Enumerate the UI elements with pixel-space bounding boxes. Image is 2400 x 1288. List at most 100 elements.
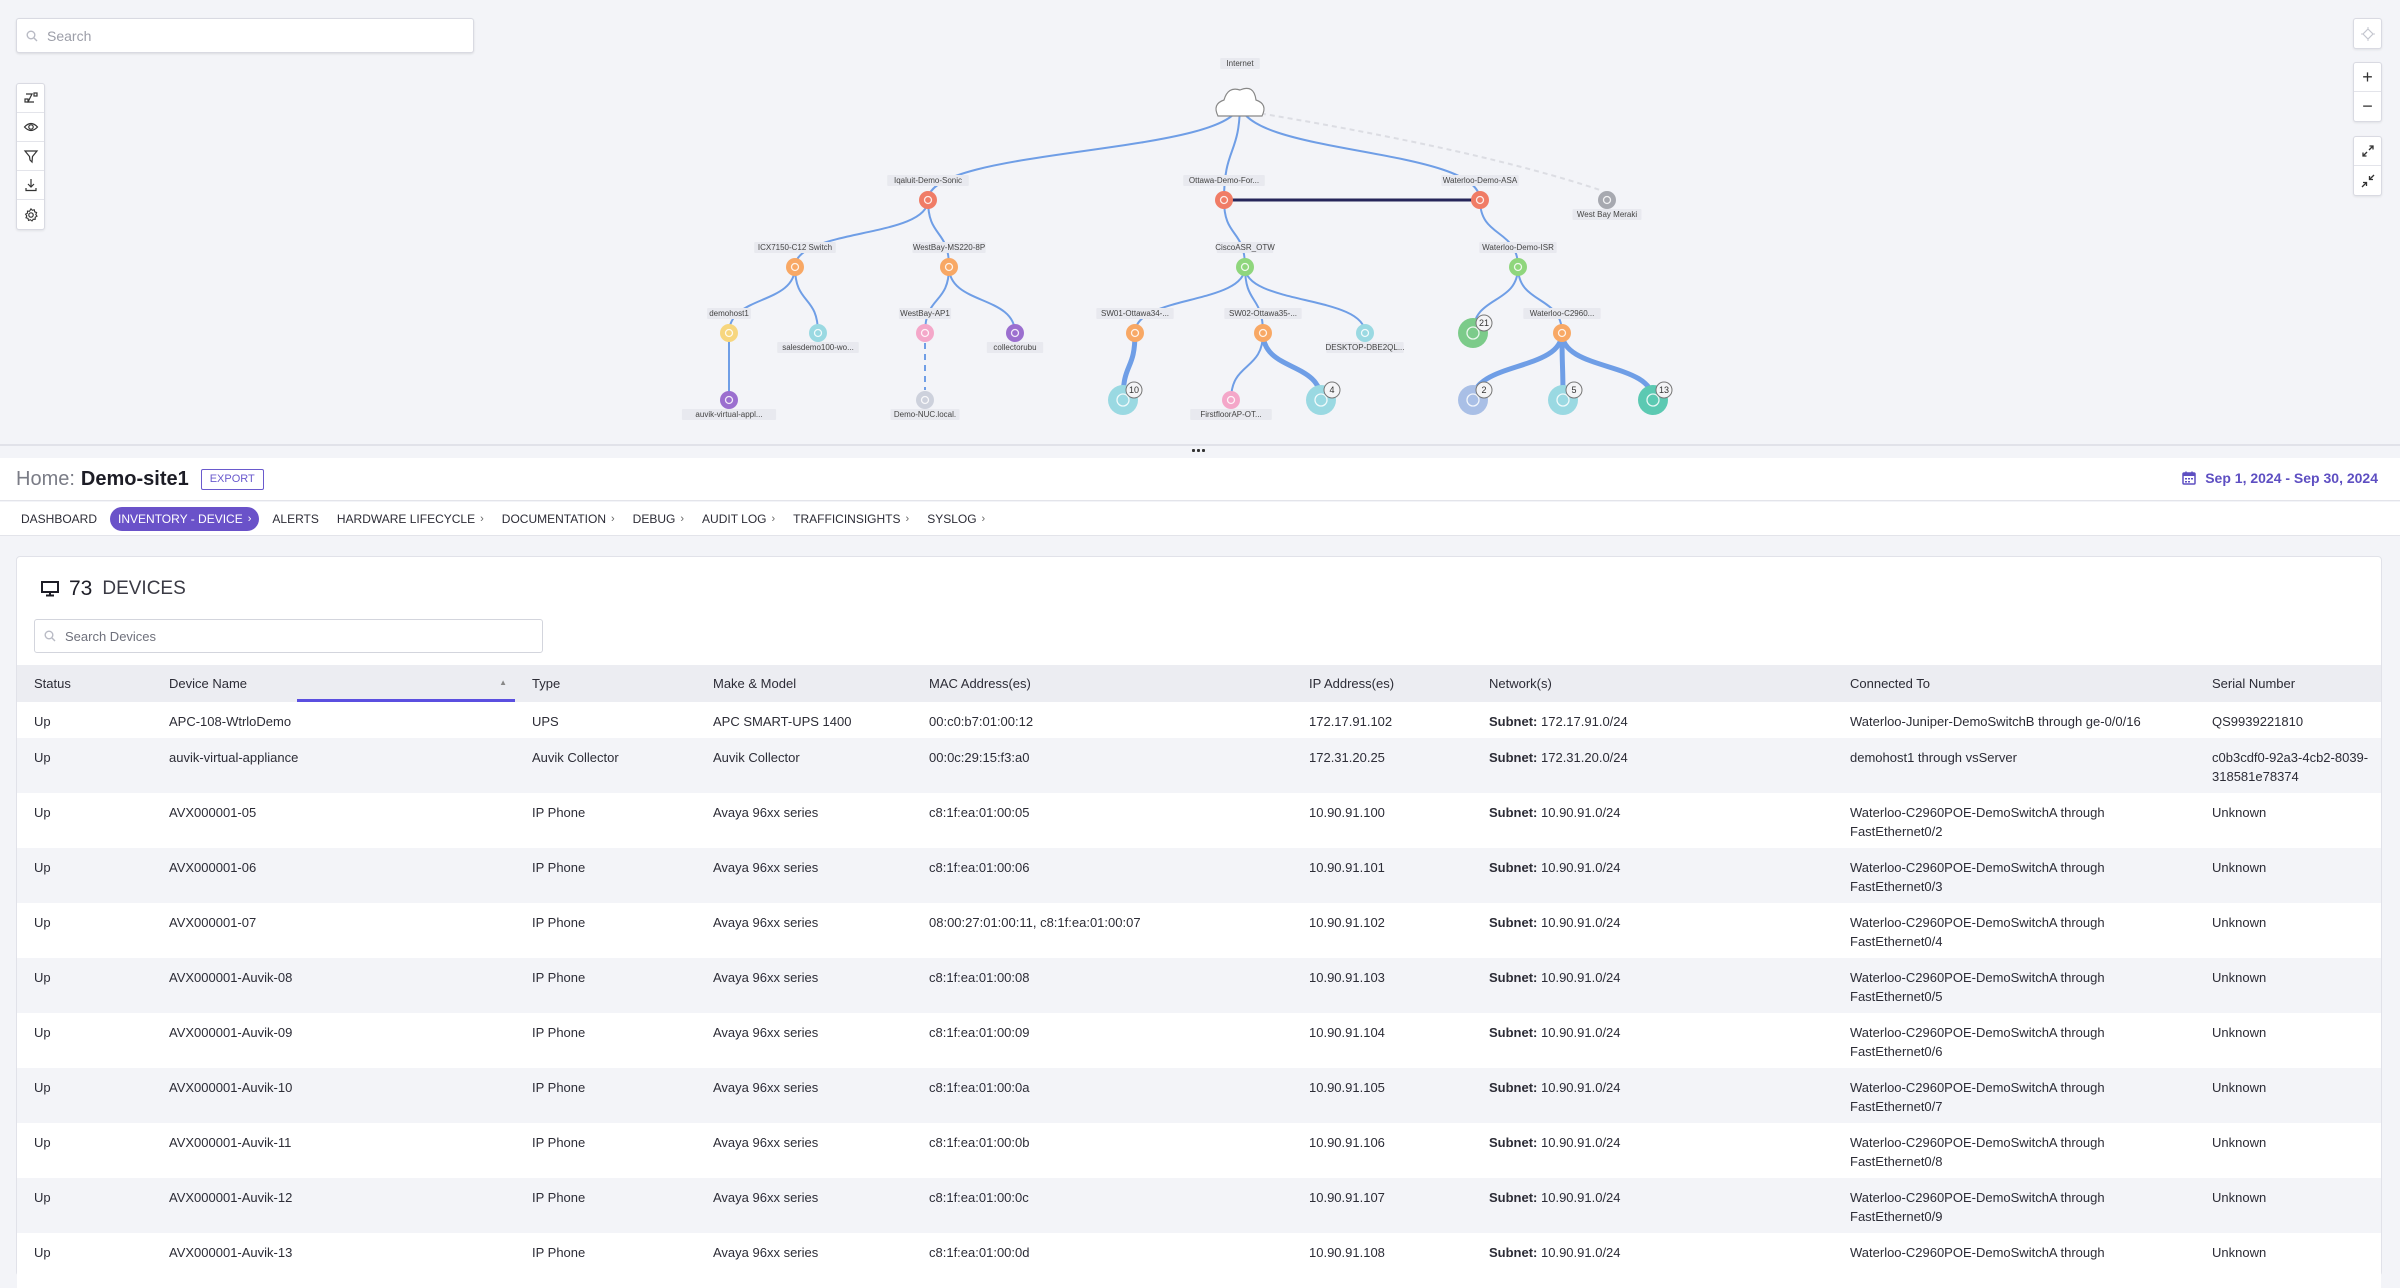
device-search-box[interactable] xyxy=(34,619,543,653)
topology-node-internet[interactable]: Internet xyxy=(1215,58,1265,117)
cell-name[interactable]: AVX000001-Auvik-13 xyxy=(152,1233,515,1288)
column-header-ip[interactable]: IP Address(es) xyxy=(1292,665,1472,702)
tab-debug[interactable]: DEBUG › xyxy=(624,507,693,531)
cell-connected[interactable]: Waterloo-C2960POE-DemoSwitchA through xyxy=(1833,1233,2195,1288)
tab-trafficinsights[interactable]: TRAFFICINSIGHTS › xyxy=(784,507,918,531)
cell-connected[interactable]: Waterloo-C2960POE-DemoSwitchA through Fa… xyxy=(1833,793,2195,848)
link-ottawa-ciscoasr[interactable] xyxy=(1223,199,1246,268)
topology-node-sw02[interactable]: SW02-Ottawa35-... xyxy=(1224,308,1302,342)
topology-node-ws-group5[interactable]: 5 xyxy=(1548,381,1583,415)
link-iqaluit-westbay_ms[interactable] xyxy=(927,199,950,268)
topology-node-waterloo-isr[interactable]: Waterloo-Demo-ISR xyxy=(1479,242,1557,276)
export-button[interactable]: EXPORT xyxy=(200,468,264,490)
column-header-serial[interactable]: Serial Number xyxy=(2195,665,2381,702)
cell-name[interactable]: AVX000001-06 xyxy=(152,848,515,903)
topology-node-ws-group10[interactable]: 10 xyxy=(1108,381,1143,415)
link-waterloo_asa-waterloo_isr[interactable] xyxy=(1479,199,1519,268)
topology-node-desktop[interactable]: DESKTOP-DBE2QL... xyxy=(1326,324,1405,353)
download-tool-button[interactable] xyxy=(17,171,44,200)
sort-ascending-icon[interactable]: ▲ xyxy=(499,678,507,687)
topology-map[interactable]: Internet Iqaluit-Demo-Sonic Ottawa-Demo-Fo… xyxy=(0,0,2400,446)
topology-node-printer-group[interactable]: 2 xyxy=(1458,381,1493,415)
zoom-in-button[interactable]: + xyxy=(2354,63,2381,92)
cell-connected[interactable]: Waterloo-C2960POE-DemoSwitchA through Fa… xyxy=(1833,1123,2195,1178)
cell-name[interactable]: AVX000001-07 xyxy=(152,903,515,958)
cell-name[interactable]: AVX000001-Auvik-08 xyxy=(152,958,515,1013)
cell-name[interactable]: AVX000001-Auvik-10 xyxy=(152,1068,515,1123)
column-header-model[interactable]: Make & Model xyxy=(696,665,912,702)
link-iqaluit-icx[interactable] xyxy=(794,199,929,268)
expand-button[interactable] xyxy=(2354,137,2381,166)
locate-button[interactable] xyxy=(2354,19,2381,48)
table-row[interactable]: Up AVX000001-Auvik-12 IP Phone Avaya 96xx s… xyxy=(17,1178,2381,1233)
topology-node-collectorubu[interactable]: collectorubu xyxy=(986,324,1044,353)
topology-node-firstfloor-ap[interactable]: FirstfloorAP-OT... xyxy=(1190,391,1272,420)
filter-tool-button[interactable] xyxy=(17,142,44,171)
cell-connected[interactable]: Waterloo-C2960POE-DemoSwitchA through Fa… xyxy=(1833,958,2195,1013)
topology-node-iqaluit[interactable]: Iqaluit-Demo-Sonic xyxy=(887,175,969,209)
tab-inventory-device[interactable]: INVENTORY - DEVICE › xyxy=(110,506,260,531)
cell-connected[interactable]: demohost1 through vsServer xyxy=(1833,738,2195,793)
link-internet-westbay-meraki[interactable] xyxy=(1251,111,1601,191)
topology-node-ottawa[interactable]: Ottawa-Demo-For... xyxy=(1183,175,1265,209)
link-westbay_ms-collectorubu[interactable] xyxy=(948,266,1016,334)
topology-node-demo-nuc[interactable]: Demo-NUC.local. xyxy=(890,391,960,420)
cell-connected[interactable]: Waterloo-C2960POE-DemoSwitchA through Fa… xyxy=(1833,903,2195,958)
cell-connected[interactable]: Waterloo-C2960POE-DemoSwitchA through Fa… xyxy=(1833,848,2195,903)
layout-tool-button[interactable] xyxy=(17,84,44,113)
table-row[interactable]: Up AVX000001-Auvik-13 IP Phone Avaya 96xx s… xyxy=(17,1233,2381,1288)
column-header-connected[interactable]: Connected To xyxy=(1833,665,2195,702)
column-header-name[interactable]: Device Name ▲ xyxy=(152,665,515,702)
topology-node-ws-group4[interactable]: 4 xyxy=(1306,381,1341,415)
topology-node-net-group[interactable]: 21 xyxy=(1458,314,1493,348)
topology-node-sw01[interactable]: SW01-Ottawa34-... xyxy=(1096,308,1174,342)
topology-node-phone-group[interactable]: 13 xyxy=(1638,381,1673,415)
link-westbay_ms-westbay_ap1[interactable] xyxy=(924,266,950,334)
link-waterloo_isr-waterloo_c2960[interactable] xyxy=(1517,266,1563,334)
topology-node-icx[interactable]: ICX7150-C12 Switch xyxy=(754,242,836,276)
cell-name[interactable]: APC-108-WtrloDemo xyxy=(152,702,515,738)
cell-connected[interactable]: Waterloo-C2960POE-DemoSwitchA through Fa… xyxy=(1833,1068,2195,1123)
topology-node-auvik-va[interactable]: auvik-virtual-appl... xyxy=(681,391,777,420)
table-row[interactable]: Up AVX000001-Auvik-08 IP Phone Avaya 96xx s… xyxy=(17,958,2381,1013)
cell-name[interactable]: AVX000001-Auvik-11 xyxy=(152,1123,515,1178)
table-row[interactable]: Up AVX000001-Auvik-10 IP Phone Avaya 96xx s… xyxy=(17,1068,2381,1123)
cell-name[interactable]: AVX000001-Auvik-12 xyxy=(152,1178,515,1233)
column-header-type[interactable]: Type xyxy=(515,665,696,702)
cell-connected[interactable]: Waterloo-C2960POE-DemoSwitchA through Fa… xyxy=(1833,1013,2195,1068)
topology-node-demohost1[interactable]: demohost1 xyxy=(707,308,751,342)
table-row[interactable]: Up AVX000001-06 IP Phone Avaya 96xx series c… xyxy=(17,848,2381,903)
topology-node-salesdemo[interactable]: salesdemo100-wo... xyxy=(777,324,859,353)
zoom-out-button[interactable]: − xyxy=(2354,92,2381,121)
cell-connected[interactable]: Waterloo-Juniper-DemoSwitchB through ge-… xyxy=(1833,702,2195,738)
topology-node-waterloo-asa[interactable]: Waterloo-Demo-ASA xyxy=(1441,175,1519,209)
table-row[interactable]: Up APC-108-WtrloDemo UPS APC SMART-UPS 1400… xyxy=(17,702,2381,738)
topology-node-westbay-meraki[interactable]: West Bay Meraki xyxy=(1572,191,1642,220)
topology-node-westbay-ap1[interactable]: WestBay-AP1 xyxy=(898,308,952,342)
tab-syslog[interactable]: SYSLOG › xyxy=(918,507,994,531)
tab-audit-log[interactable]: AUDIT LOG › xyxy=(693,507,784,531)
map-search-box[interactable] xyxy=(16,18,474,53)
tab-documentation[interactable]: DOCUMENTATION › xyxy=(493,507,624,531)
topology-node-westbay-ms[interactable]: WestBay-MS220-8P xyxy=(912,242,986,276)
cell-name[interactable]: AVX000001-Auvik-09 xyxy=(152,1013,515,1068)
topology-canvas[interactable]: Internet Iqaluit-Demo-Sonic Ottawa-Demo-Fo… xyxy=(0,0,2400,446)
column-header-network[interactable]: Network(s) xyxy=(1472,665,1833,702)
tab-alerts[interactable]: ALERTS xyxy=(263,507,327,531)
visibility-tool-button[interactable] xyxy=(17,113,44,142)
table-row[interactable]: Up AVX000001-Auvik-11 IP Phone Avaya 96xx s… xyxy=(17,1123,2381,1178)
device-search-input[interactable] xyxy=(65,628,525,644)
link-icx-demohost1[interactable] xyxy=(728,266,796,334)
collapse-button[interactable] xyxy=(2354,166,2381,195)
date-range-picker[interactable]: Sep 1, 2024 - Sep 30, 2024 xyxy=(2181,470,2378,486)
tab-hardware-lifecycle[interactable]: HARDWARE LIFECYCLE › xyxy=(328,507,493,531)
topology-node-ciscoasr[interactable]: CiscoASR_OTW xyxy=(1215,242,1275,276)
settings-tool-button[interactable] xyxy=(17,200,44,229)
column-header-mac[interactable]: MAC Address(es) xyxy=(912,665,1292,702)
table-row[interactable]: Up AVX000001-07 IP Phone Avaya 96xx series 0… xyxy=(17,903,2381,958)
link-sw02-firstfloor_ap[interactable] xyxy=(1230,332,1264,401)
map-search-input[interactable] xyxy=(47,27,447,44)
resize-handle[interactable] xyxy=(1192,449,1208,455)
table-row[interactable]: Up auvik-virtual-appliance Auvik Collector… xyxy=(17,738,2381,793)
tab-dashboard[interactable]: DASHBOARD xyxy=(12,507,106,531)
